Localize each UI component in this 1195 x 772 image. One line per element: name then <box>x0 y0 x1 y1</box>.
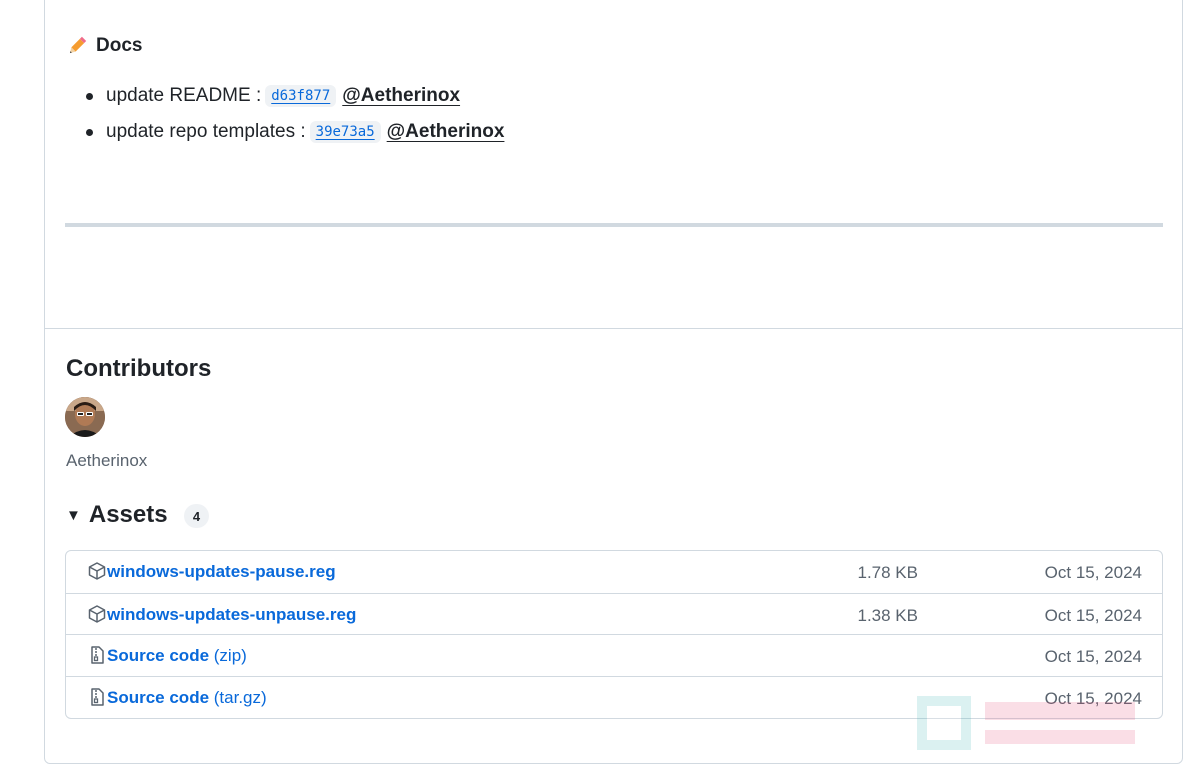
asset-row: Source code (zip) Oct 15, 2024 <box>66 634 1162 676</box>
list-item: update repo templates : 39e73a5 @Aetheri… <box>86 114 504 150</box>
file-zip-icon <box>91 646 104 664</box>
author-mention-link[interactable]: @Aetherinox <box>342 85 460 107</box>
package-icon <box>88 562 106 580</box>
docs-item-text: update README : <box>106 85 262 106</box>
docs-item-text: update repo templates : <box>106 121 306 142</box>
file-zip-icon <box>91 687 104 706</box>
asset-date: Oct 15, 2024 <box>1044 605 1142 625</box>
author-mention-link[interactable]: @Aetherinox <box>387 121 505 143</box>
assets-title: Assets <box>88 501 168 528</box>
asset-size: 1.78 KB <box>857 563 919 582</box>
asset-link[interactable]: Source code (tar.gz) <box>107 688 267 708</box>
horizontal-rule <box>65 223 1163 227</box>
docs-heading-label: Docs <box>96 35 143 56</box>
list-item: update README : d63f877 @Aetherinox <box>86 78 504 114</box>
docs-heading: Docs <box>66 34 142 58</box>
asset-link[interactable]: Source code (zip) <box>107 646 247 666</box>
triangle-down-icon: ▼ <box>66 506 81 524</box>
pencil-icon <box>69 36 87 54</box>
package-icon <box>88 604 106 623</box>
commit-sha-link[interactable]: 39e73a5 <box>309 121 381 143</box>
asset-date: Oct 15, 2024 <box>1044 563 1142 582</box>
asset-link[interactable]: windows-updates-unpause.reg <box>107 605 356 625</box>
asset-row: windows-updates-unpause.reg 1.38 KB Oct … <box>66 592 1162 635</box>
asset-row: windows-updates-pause.reg 1.78 KB Oct 15… <box>66 551 1162 593</box>
commit-sha-link[interactable]: d63f877 <box>265 85 337 107</box>
contributors-title: Contributors <box>66 355 212 382</box>
asset-size: 1.38 KB <box>857 605 919 625</box>
docs-list: update README : d63f877 @Aetherinox upda… <box>86 78 504 150</box>
asset-date: Oct 15, 2024 <box>1044 647 1142 666</box>
assets-toggle[interactable]: ▼ Assets <box>66 500 168 530</box>
avatar[interactable] <box>65 397 105 437</box>
section-divider <box>45 328 1183 329</box>
contributor-name[interactable]: Aetherinox <box>66 451 147 471</box>
watermark-logo <box>917 696 1135 750</box>
asset-link[interactable]: windows-updates-pause.reg <box>107 562 336 582</box>
assets-count-badge: 4 <box>184 504 209 528</box>
